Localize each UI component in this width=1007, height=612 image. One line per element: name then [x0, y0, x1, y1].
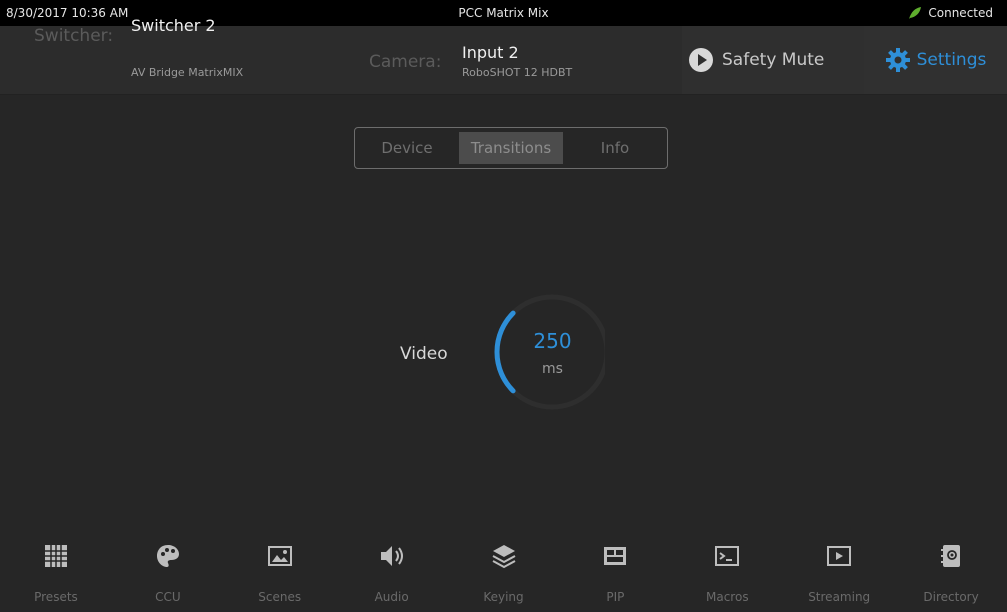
nav-label: Directory — [923, 590, 979, 604]
tab-label: Info — [600, 139, 630, 157]
camera-name: Input 2 — [462, 43, 519, 62]
tab-label: Transitions — [470, 139, 552, 157]
nav-presets[interactable]: Presets — [0, 534, 112, 612]
connection-label: Connected — [928, 6, 993, 20]
play-box-icon — [827, 546, 852, 566]
tab-device[interactable]: Device — [355, 128, 459, 168]
connection-status: Connected — [908, 0, 993, 26]
bottom-nav: Presets CCU Scenes Audio Keying PIP Macr… — [0, 534, 1007, 612]
play-circle-icon — [689, 48, 713, 72]
nav-ccu[interactable]: CCU — [112, 534, 224, 612]
nav-macros[interactable]: Macros — [671, 534, 783, 612]
settings-label: Settings — [916, 50, 987, 70]
nav-streaming[interactable]: Streaming — [783, 534, 895, 612]
safety-mute-button[interactable]: Safety Mute — [682, 26, 864, 94]
video-transition-label: Video — [400, 344, 448, 364]
nav-audio[interactable]: Audio — [336, 534, 448, 612]
transition-value: 250 — [533, 329, 572, 353]
switcher-name: Switcher 2 — [131, 16, 216, 35]
tab-transitions[interactable]: Transitions — [459, 132, 563, 164]
nav-label: Scenes — [258, 590, 302, 604]
nav-directory[interactable]: Directory — [895, 534, 1007, 612]
section-tabs: Device Transitions Info — [354, 127, 668, 169]
settings-button[interactable]: Settings — [864, 26, 1007, 94]
leaf-icon — [909, 7, 922, 19]
nav-pip[interactable]: PIP — [559, 534, 671, 612]
tab-label: Device — [381, 139, 433, 157]
layers-icon — [492, 545, 515, 569]
address-book-icon — [941, 545, 961, 567]
camera-model: RoboSHOT 12 HDBT — [462, 66, 573, 79]
nav-label: Keying — [483, 590, 524, 604]
camera-label: Camera: — [369, 52, 442, 72]
nav-label: Audio — [374, 590, 409, 604]
switcher-label: Switcher: — [34, 26, 114, 46]
nav-scenes[interactable]: Scenes — [224, 534, 336, 612]
nav-label: Streaming — [808, 590, 871, 604]
nav-label: Macros — [706, 590, 749, 604]
transition-unit: ms — [542, 361, 563, 377]
pip-icon — [604, 547, 627, 565]
grid-icon — [44, 545, 67, 567]
nav-label: CCU — [155, 590, 181, 604]
switcher-model: AV Bridge MatrixMIX — [131, 66, 244, 79]
tab-info[interactable]: Info — [563, 128, 667, 168]
nav-label: Presets — [34, 590, 78, 604]
nav-keying[interactable]: Keying — [448, 534, 560, 612]
picture-icon — [267, 546, 292, 566]
terminal-icon — [715, 546, 740, 566]
safety-mute-label: Safety Mute — [722, 50, 825, 70]
speaker-icon — [380, 546, 403, 566]
nav-label: PIP — [606, 590, 625, 604]
palette-icon — [156, 545, 179, 567]
transition-speed-dial[interactable] — [485, 294, 605, 414]
gear-icon — [885, 48, 910, 72]
